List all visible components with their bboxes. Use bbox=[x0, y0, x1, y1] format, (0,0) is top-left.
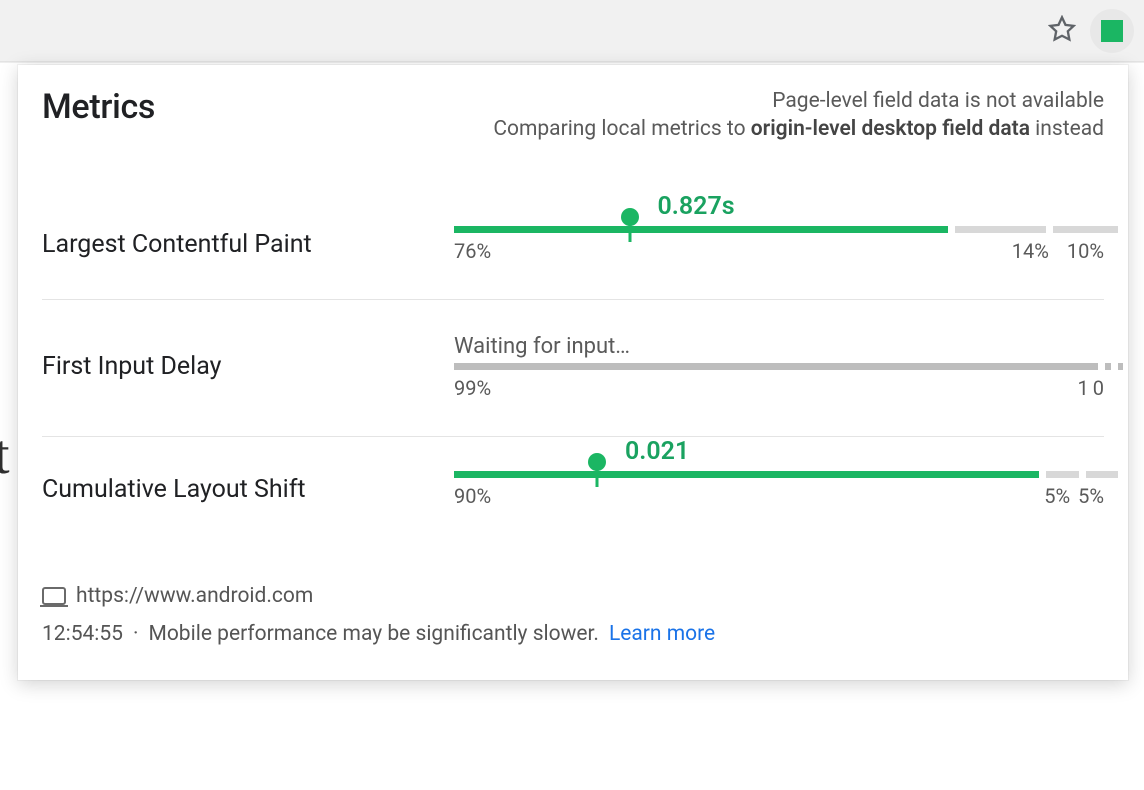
cls-label-good: 90% bbox=[454, 484, 491, 508]
fid-distribution: Waiting for input… 99% 1 0 bbox=[454, 334, 1104, 400]
lcp-label-good: 76% bbox=[454, 239, 491, 263]
lcp-local-marker-icon bbox=[621, 208, 639, 226]
fid-labels: 99% 1 0 bbox=[454, 376, 1104, 400]
note-line-2: Comparing local metrics to origin-level … bbox=[493, 115, 1104, 143]
fid-waiting-text: Waiting for input… bbox=[454, 334, 1104, 359]
metric-row-fid: First Input Delay Waiting for input… 99%… bbox=[42, 300, 1104, 437]
lcp-bar-good bbox=[454, 226, 948, 233]
fid-bar-needs-improvement bbox=[1105, 363, 1112, 370]
cls-label-ni: 5% bbox=[1044, 484, 1070, 508]
lcp-label-poor: 10% bbox=[1067, 239, 1104, 263]
cls-local-marker-icon bbox=[588, 453, 606, 471]
web-vitals-popup: Metrics Page-level field data is not ava… bbox=[18, 65, 1128, 680]
metric-row-lcp: Largest Contentful Paint 0.827s 76% 14% … bbox=[42, 192, 1104, 300]
cls-distribution: 0.021 90% 5% 5% bbox=[454, 471, 1104, 508]
lcp-distribution: 0.827s 76% 14% 10% bbox=[454, 226, 1104, 263]
lcp-label-ni: 14% bbox=[1012, 239, 1049, 263]
metric-name: First Input Delay bbox=[42, 352, 454, 381]
fid-label-ni: 1 bbox=[1078, 376, 1089, 400]
popup-footer: https://www.android.com 12:54:55 · Mobil… bbox=[18, 584, 1128, 646]
lcp-labels: 76% 14% 10% bbox=[454, 239, 1104, 263]
browser-toolbar bbox=[0, 0, 1144, 62]
lcp-value-label: 0.827s bbox=[658, 192, 735, 221]
desktop-device-icon bbox=[42, 587, 66, 605]
metric-name: Cumulative Layout Shift bbox=[42, 475, 454, 504]
footer-time: 12:54:55 bbox=[42, 622, 123, 646]
lcp-bar-needs-improvement bbox=[955, 226, 1046, 233]
cls-label-poor: 5% bbox=[1078, 484, 1104, 508]
background-glyph: t bbox=[0, 423, 10, 487]
fid-bars bbox=[454, 363, 1104, 370]
cls-bar-poor bbox=[1086, 471, 1119, 478]
cls-bar-needs-improvement bbox=[1046, 471, 1079, 478]
metric-name: Largest Contentful Paint bbox=[42, 230, 454, 259]
footer-separator: · bbox=[133, 622, 139, 646]
lcp-bar-poor bbox=[1053, 226, 1118, 233]
lcp-bars bbox=[454, 226, 1104, 233]
cls-labels: 90% 5% 5% bbox=[454, 484, 1104, 508]
cls-bars bbox=[454, 471, 1104, 478]
field-data-note: Page-level field data is not available C… bbox=[493, 87, 1104, 144]
fid-label-poor: 0 bbox=[1093, 376, 1104, 400]
fid-label-good: 99% bbox=[454, 376, 491, 400]
learn-more-link[interactable]: Learn more bbox=[609, 622, 715, 646]
footer-warning: Mobile performance may be significantly … bbox=[149, 622, 599, 646]
extension-status-icon bbox=[1101, 20, 1123, 42]
popup-title: Metrics bbox=[42, 87, 155, 127]
metric-row-cls: Cumulative Layout Shift 0.021 90% 5% 5% bbox=[42, 437, 1104, 544]
bookmark-star-icon[interactable] bbox=[1048, 15, 1076, 47]
note-line-1: Page-level field data is not available bbox=[493, 87, 1104, 115]
extension-button[interactable] bbox=[1090, 9, 1134, 53]
cls-value-label: 0.021 bbox=[625, 437, 689, 466]
fid-bar-good bbox=[454, 363, 1098, 370]
fid-bar-poor bbox=[1118, 363, 1123, 370]
footer-url: https://www.android.com bbox=[76, 584, 313, 608]
cls-bar-good bbox=[454, 471, 1039, 478]
